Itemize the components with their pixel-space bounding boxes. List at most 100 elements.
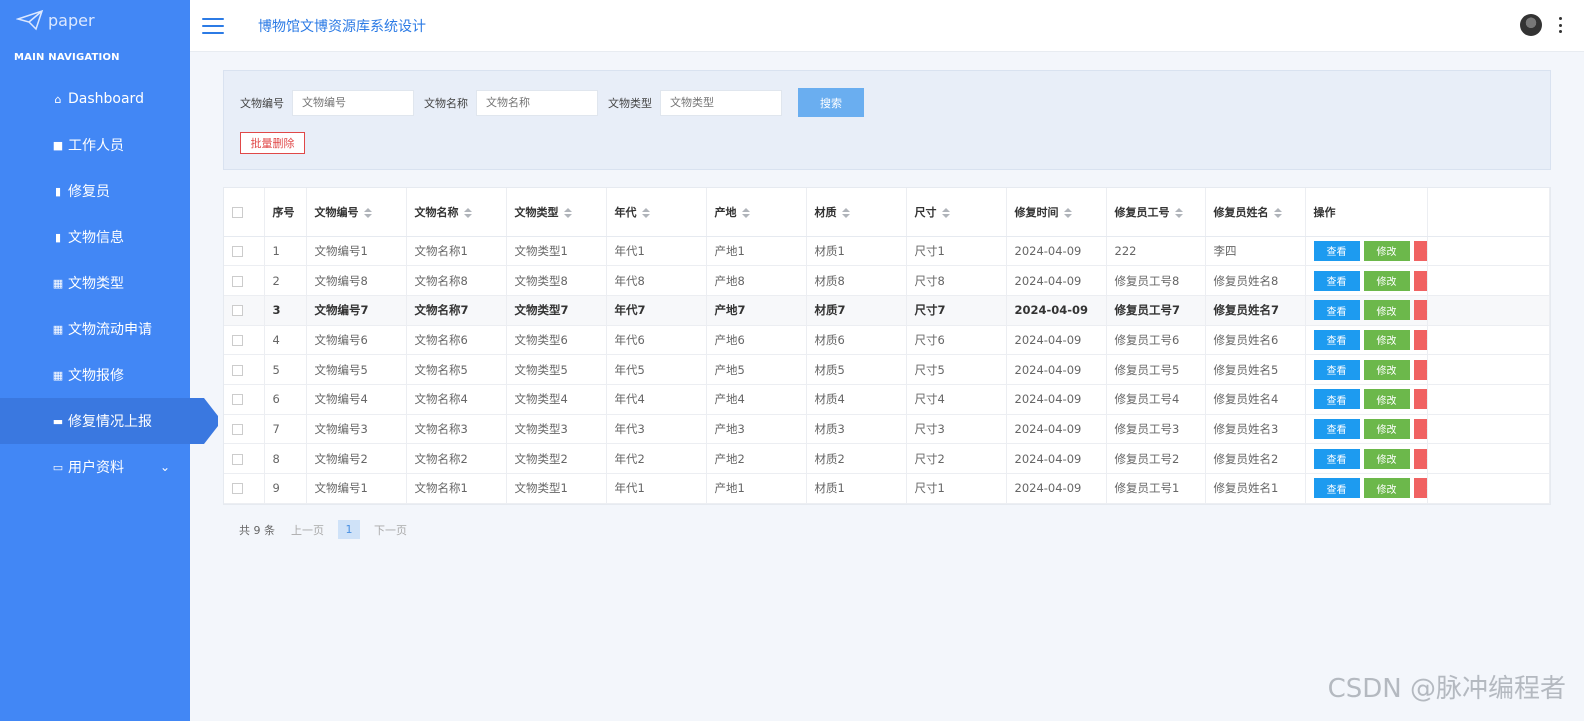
- edit-button[interactable]: 修改: [1363, 478, 1410, 499]
- sidebar-item-5[interactable]: ▦ 文物流动申请: [0, 306, 190, 352]
- sidebar-item-0[interactable]: ⌂ Dashboard: [0, 76, 190, 122]
- edit-button[interactable]: 修改: [1363, 270, 1410, 291]
- table-row[interactable]: 8 文物编号2 文物名称2 文物类型2 年代2 产地2 材质2 尺寸2 2024-04-09 修复…: [224, 443, 1551, 474]
- view-button[interactable]: 查看: [1313, 240, 1360, 261]
- sidebar-item-3[interactable]: ▮ 文物信息: [0, 214, 190, 260]
- sort-icon[interactable]: [1174, 207, 1183, 218]
- view-button[interactable]: 查看: [1313, 478, 1360, 499]
- batch-delete-button[interactable]: 批量删除: [240, 132, 305, 154]
- delete-button[interactable]: 删除: [1413, 418, 1427, 439]
- column-header[interactable]: 文物名称: [406, 188, 507, 237]
- column-header[interactable]: 材质: [806, 188, 907, 237]
- delete-button[interactable]: 删除: [1413, 478, 1427, 499]
- column-header[interactable]: 文物类型: [506, 188, 607, 237]
- table-row[interactable]: 4 文物编号6 文物名称6 文物类型6 年代6 产地6 材质6 尺寸6 2024-04-09 修复…: [224, 325, 1551, 356]
- view-button[interactable]: 查看: [1313, 300, 1360, 321]
- artifact-name-input[interactable]: [476, 89, 598, 116]
- artifact-type-input[interactable]: [660, 89, 782, 116]
- table-row[interactable]: 5 文物编号5 文物名称5 文物类型5 年代5 产地5 材质5 尺寸5 2024-04-09 修复…: [224, 354, 1551, 385]
- view-button[interactable]: 查看: [1313, 418, 1360, 439]
- artifact-no-input[interactable]: [292, 89, 414, 116]
- sidebar-item-4[interactable]: ▦ 文物类型: [0, 260, 190, 306]
- row-checkbox[interactable]: [232, 305, 243, 317]
- select-all-checkbox[interactable]: [232, 206, 243, 218]
- edit-button[interactable]: 修改: [1363, 418, 1410, 439]
- view-button[interactable]: 查看: [1313, 389, 1360, 410]
- table-cell: 产地1: [706, 473, 807, 504]
- edit-button[interactable]: 修改: [1363, 329, 1410, 350]
- column-header[interactable]: 年代: [606, 188, 707, 237]
- sort-icon[interactable]: [1063, 207, 1072, 218]
- sort-icon[interactable]: [363, 207, 372, 218]
- column-header[interactable]: 修复员姓名: [1205, 188, 1306, 237]
- row-checkbox[interactable]: [232, 483, 243, 495]
- sidebar-item-6[interactable]: ▦ 文物报修: [0, 352, 190, 398]
- table-cell: 修复员工号5: [1106, 354, 1206, 385]
- table-row[interactable]: 7 文物编号3 文物名称3 文物类型3 年代3 产地3 材质3 尺寸3 2024-04-09 修复…: [224, 414, 1551, 445]
- table-cell: 修复员姓名7: [1205, 295, 1306, 326]
- delete-button[interactable]: 删除: [1413, 240, 1427, 261]
- select-all-cell: [224, 188, 265, 237]
- sort-icon[interactable]: [741, 207, 750, 218]
- edit-button[interactable]: 修改: [1363, 359, 1410, 380]
- table-cell: 5: [264, 354, 307, 385]
- column-header[interactable]: 文物编号: [306, 188, 407, 237]
- table-cell: 材质6: [806, 325, 907, 356]
- view-button[interactable]: 查看: [1313, 359, 1360, 380]
- sidebar-item-7[interactable]: ▬ 修复情况上报: [0, 398, 218, 444]
- column-header[interactable]: 产地: [706, 188, 807, 237]
- menu-toggle-icon[interactable]: [202, 17, 224, 34]
- logo[interactable]: paper: [0, 0, 190, 40]
- current-page[interactable]: 1: [338, 520, 360, 539]
- view-button[interactable]: 查看: [1313, 270, 1360, 291]
- table-cell: 3: [264, 295, 307, 326]
- column-header[interactable]: 修复时间: [1006, 188, 1107, 237]
- search-panel: 文物编号 文物名称 文物类型 搜索 批量删除: [223, 70, 1551, 170]
- row-checkbox[interactable]: [232, 334, 243, 346]
- delete-button[interactable]: 删除: [1413, 300, 1427, 321]
- edit-button[interactable]: 修改: [1363, 448, 1410, 469]
- edit-button[interactable]: 修改: [1363, 389, 1410, 410]
- prev-page-button[interactable]: 上一页: [291, 522, 324, 538]
- table-row[interactable]: 6 文物编号4 文物名称4 文物类型4 年代4 产地4 材质4 尺寸4 2024-04-09 修复…: [224, 384, 1551, 415]
- table-row[interactable]: 2 文物编号8 文物名称8 文物类型8 年代8 产地8 材质8 尺寸8 2024-04-09 修复…: [224, 265, 1551, 296]
- sidebar-item-1[interactable]: ■ 工作人员: [0, 122, 190, 168]
- table-cell: 文物名称5: [406, 354, 507, 385]
- row-checkbox[interactable]: [232, 394, 243, 406]
- delete-button[interactable]: 删除: [1413, 359, 1427, 380]
- column-header[interactable]: 修复员工号: [1106, 188, 1206, 237]
- row-checkbox[interactable]: [232, 453, 243, 465]
- table-row[interactable]: 3 文物编号7 文物名称7 文物类型7 年代7 产地7 材质7 尺寸7 2024-04-09 修复…: [224, 295, 1551, 326]
- delete-button[interactable]: 删除: [1413, 329, 1427, 350]
- next-page-button[interactable]: 下一页: [374, 522, 407, 538]
- table-row[interactable]: 1 文物编号1 文物名称1 文物类型1 年代1 产地1 材质1 尺寸1 2024-04-09 22…: [224, 236, 1551, 267]
- sort-icon[interactable]: [1273, 207, 1282, 218]
- search-button[interactable]: 搜索: [798, 88, 864, 117]
- row-select-cell: [224, 443, 265, 474]
- sort-icon[interactable]: [563, 207, 572, 218]
- row-checkbox[interactable]: [232, 364, 243, 376]
- delete-button[interactable]: 删除: [1413, 389, 1427, 410]
- sidebar-item-2[interactable]: ▮ 修复员: [0, 168, 190, 214]
- sort-icon[interactable]: [641, 207, 650, 218]
- table-cell: 文物编号2: [306, 443, 407, 474]
- column-header[interactable]: 尺寸: [906, 188, 1007, 237]
- delete-button[interactable]: 删除: [1413, 448, 1427, 469]
- row-select-cell: [224, 354, 265, 385]
- more-options-icon[interactable]: [1558, 17, 1562, 33]
- sidebar-item-8[interactable]: ▭ 用户资料 ⌄: [0, 444, 190, 490]
- view-button[interactable]: 查看: [1313, 329, 1360, 350]
- row-checkbox[interactable]: [232, 245, 243, 257]
- edit-button[interactable]: 修改: [1363, 300, 1410, 321]
- sort-icon[interactable]: [841, 207, 850, 218]
- row-checkbox[interactable]: [232, 423, 243, 435]
- delete-button[interactable]: 删除: [1413, 270, 1427, 291]
- sort-icon[interactable]: [941, 207, 950, 218]
- table-row[interactable]: 9 文物编号1 文物名称1 文物类型1 年代1 产地1 材质1 尺寸1 2024-04-09 修复…: [224, 473, 1551, 504]
- table-cell: 产地2: [706, 443, 807, 474]
- row-checkbox[interactable]: [232, 275, 243, 287]
- view-button[interactable]: 查看: [1313, 448, 1360, 469]
- avatar[interactable]: [1520, 14, 1542, 36]
- edit-button[interactable]: 修改: [1363, 240, 1410, 261]
- sort-icon[interactable]: [463, 207, 472, 218]
